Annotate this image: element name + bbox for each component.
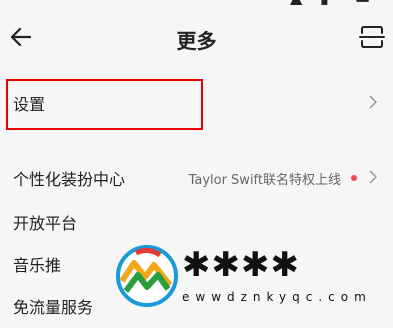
menu-item-label: 免流量服务 [13,298,94,317]
battery-icon: ▬ [355,0,370,7]
menu-item-label: 个性化装扮中心 [13,170,126,189]
chevron-right-icon [369,95,377,109]
menu-item-personalization[interactable]: 个性化装扮中心 Taylor Swift联名特权上线 [0,154,393,200]
promo-note: Taylor Swift联名特权上线 [188,173,341,188]
scan-button[interactable] [357,22,387,52]
scan-icon [359,26,385,48]
menu-item-music-push[interactable]: 音乐推 [0,240,393,286]
page-title: 更多 [176,29,217,53]
header: 更多 [0,8,393,66]
menu-item-label: 开放平台 [13,214,78,233]
menu-item-free-data[interactable]: 免流量服务 [0,282,393,328]
menu-item-open-platform[interactable]: 开放平台 [0,198,393,244]
menu-item-settings[interactable]: 设置 [0,79,393,125]
wifi-icon: ▮ [320,0,329,7]
signal-icon: ▲ [290,0,302,7]
menu-item-label: 设置 [13,95,46,114]
notification-dot [351,175,357,181]
status-bar: ▲ ▮ ▬ [0,0,393,8]
chevron-right-icon [369,170,377,184]
menu-item-label: 音乐推 [13,256,62,275]
